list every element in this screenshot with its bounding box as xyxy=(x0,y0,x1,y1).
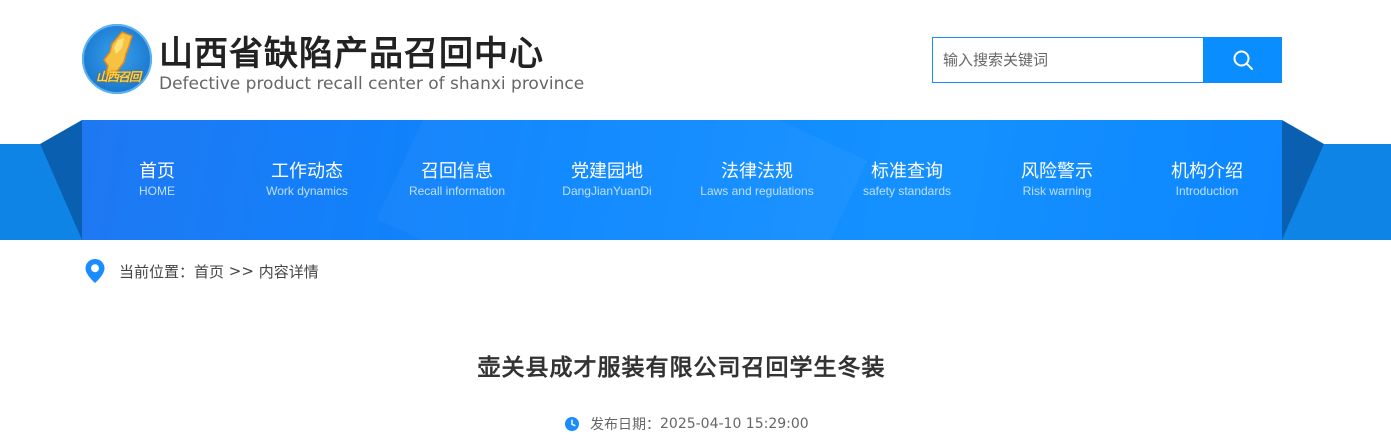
site-logo[interactable]: 山西召回 山西省缺陷产品召回中心 Defective product recal… xyxy=(82,24,602,98)
nav-item-label: 标准查询 xyxy=(871,160,943,182)
nav-item-sublabel: Work dynamics xyxy=(266,183,348,198)
nav-item-recall-information[interactable]: 召回信息 Recall information xyxy=(382,120,532,240)
publish-date-value: 2025-04-10 15:29:00 xyxy=(660,416,809,432)
breadcrumb-prefix: 当前位置： xyxy=(119,262,195,281)
search-icon xyxy=(1233,50,1253,70)
nav-list: 首页 HOME 工作动态 Work dynamics 召回信息 Recall i… xyxy=(82,120,1282,240)
search-box xyxy=(932,37,1282,83)
nav-fold-right xyxy=(1282,120,1324,240)
nav-item-label: 风险警示 xyxy=(1021,160,1093,182)
breadcrumb-separator: >> xyxy=(224,262,259,280)
main-nav: 首页 HOME 工作动态 Work dynamics 召回信息 Recall i… xyxy=(82,120,1282,240)
nav-fold-left xyxy=(40,120,82,240)
logo-emblem-icon: 山西召回 xyxy=(82,24,152,94)
site-subtitle: Defective product recall center of shanx… xyxy=(159,74,585,94)
nav-item-sublabel: Laws and regulations xyxy=(700,183,814,198)
nav-item-sublabel: HOME xyxy=(139,183,175,198)
article-title: 壶关县成才服装有限公司召回学生冬装 xyxy=(477,355,886,381)
breadcrumb-home-link[interactable]: 首页 xyxy=(194,261,224,282)
nav-item-sublabel: Risk warning xyxy=(1022,183,1092,198)
clock-icon xyxy=(565,417,579,431)
article-meta: 发布日期： 2025-04-10 15:29:00 xyxy=(565,414,809,434)
nav-item-sublabel: Recall information xyxy=(408,183,506,198)
nav-item-label: 召回信息 xyxy=(421,160,493,182)
nav-item-label: 法律法规 xyxy=(721,160,793,182)
nav-item-home[interactable]: 首页 HOME xyxy=(82,120,232,240)
nav-item-sublabel: safety standards xyxy=(862,183,952,198)
breadcrumb: 当前位置： 首页 >> 内容详情 xyxy=(84,258,319,284)
nav-item-label: 首页 xyxy=(139,160,175,182)
search-input[interactable] xyxy=(932,37,1204,83)
nav-item-introduction[interactable]: 机构介绍 Introduction xyxy=(1132,120,1282,240)
nav-item-label: 机构介绍 xyxy=(1171,160,1243,182)
nav-item-risk-warning[interactable]: 风险警示 Risk warning xyxy=(982,120,1132,240)
breadcrumb-current: 内容详情 xyxy=(258,262,319,281)
nav-item-sublabel: DangJianYuanDi xyxy=(562,183,652,198)
publish-date-label: 发布日期： xyxy=(590,417,660,433)
nav-item-label: 党建园地 xyxy=(571,160,643,182)
nav-item-safety-standards[interactable]: 标准查询 safety standards xyxy=(832,120,982,240)
site-title: 山西省缺陷产品召回中心 xyxy=(159,34,544,74)
search-button[interactable] xyxy=(1203,37,1282,83)
nav-item-label: 工作动态 xyxy=(271,160,343,182)
nav-item-laws-regulations[interactable]: 法律法规 Laws and regulations xyxy=(682,120,832,240)
location-pin-icon xyxy=(85,259,105,283)
logo-emblem-text: 山西召回 xyxy=(95,70,141,84)
nav-item-work-dynamics[interactable]: 工作动态 Work dynamics xyxy=(232,120,382,240)
nav-item-sublabel: Introduction xyxy=(1175,183,1239,198)
nav-item-party-building[interactable]: 党建园地 DangJianYuanDi xyxy=(532,120,682,240)
